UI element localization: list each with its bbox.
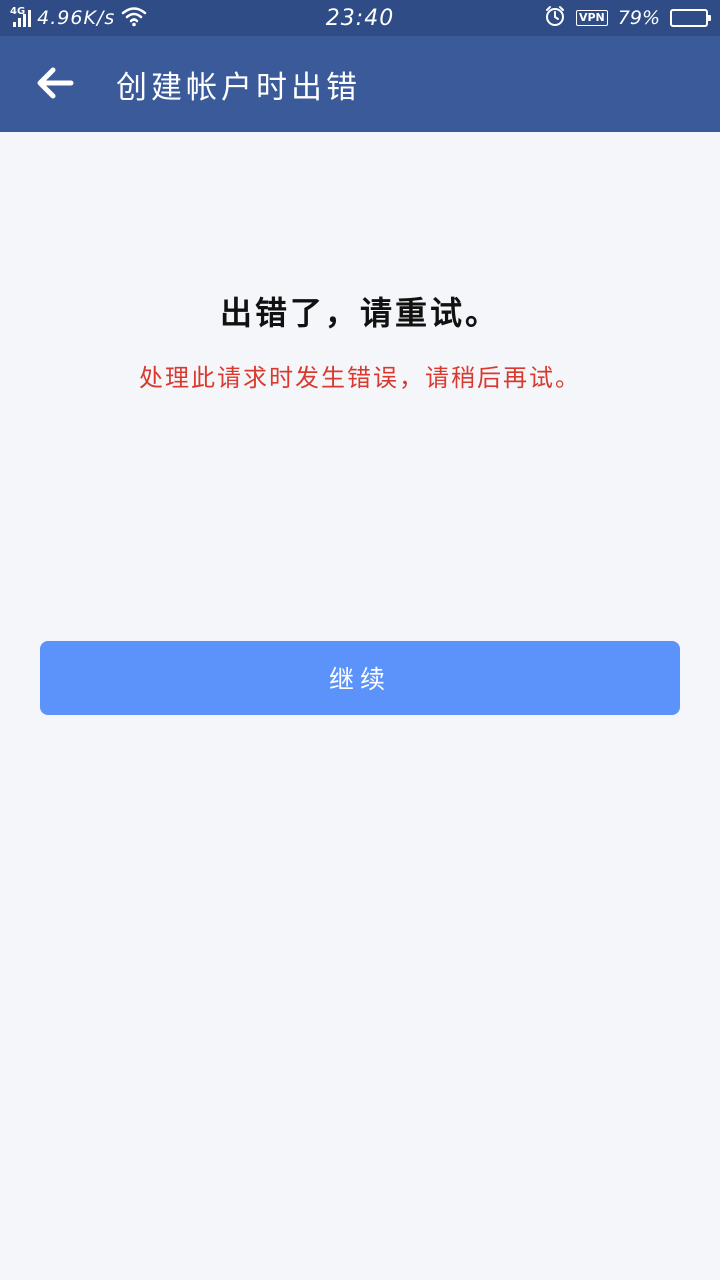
continue-button[interactable]: 继续 bbox=[40, 641, 680, 715]
error-message: 处理此请求时发生错误，请稍后再试。 bbox=[139, 364, 581, 392]
status-right: VPN 79% bbox=[544, 0, 711, 36]
status-bar: 4G 4.96K/s 23:40 VPN 79% bbox=[0, 0, 720, 36]
page-title: 创建帐户时出错 bbox=[116, 69, 361, 106]
error-title: 出错了，请重试。 bbox=[219, 294, 500, 332]
battery-icon bbox=[670, 9, 711, 27]
alarm-icon bbox=[544, 5, 566, 31]
arrow-left-icon bbox=[35, 66, 75, 104]
vpn-badge: VPN bbox=[575, 10, 608, 26]
app-bar: 创建帐户时出错 bbox=[0, 36, 720, 132]
back-button[interactable] bbox=[30, 60, 80, 110]
battery-percent: 79% bbox=[617, 7, 660, 29]
